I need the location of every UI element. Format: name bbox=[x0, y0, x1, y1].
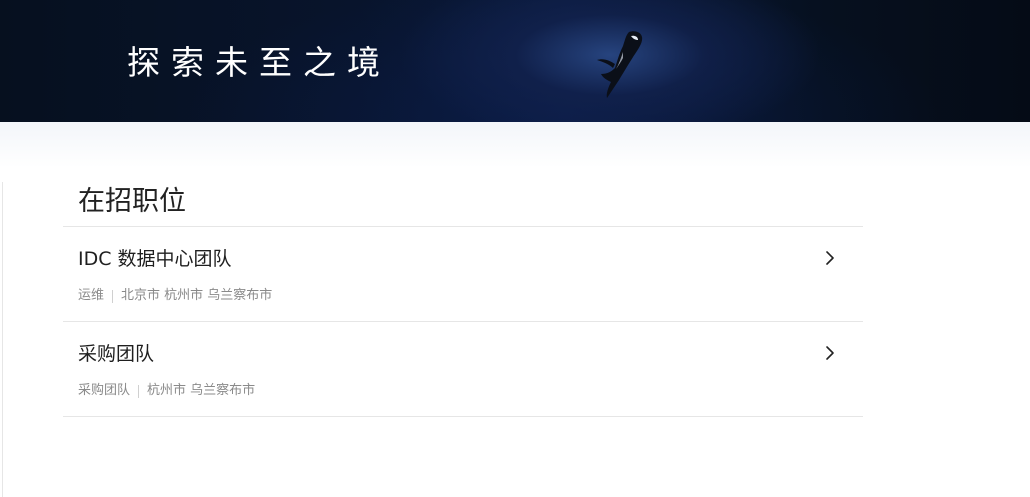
job-title: 采购团队 bbox=[78, 343, 155, 365]
meta-divider bbox=[112, 289, 114, 303]
banner-fade bbox=[0, 122, 1030, 168]
job-row[interactable]: 采购团队 采购团队 杭州市 乌兰察布市 bbox=[63, 322, 863, 417]
section-title: 在招职位 bbox=[63, 180, 863, 227]
banner-title: 探索未至之境 bbox=[127, 43, 391, 82]
job-meta: 运维 北京市 杭州市 乌兰察布市 bbox=[78, 287, 272, 305]
chevron-right-icon[interactable] bbox=[823, 249, 837, 267]
left-divider bbox=[2, 182, 3, 497]
job-title: IDC 数据中心团队 bbox=[78, 248, 232, 270]
job-category: 采购团队 bbox=[78, 383, 131, 398]
job-locations: 杭州市 乌兰察布市 bbox=[147, 383, 256, 398]
hero-banner: 探索未至之境 bbox=[0, 0, 1030, 122]
chevron-right-icon[interactable] bbox=[823, 344, 837, 362]
job-meta: 采购团队 杭州市 乌兰察布市 bbox=[78, 382, 255, 400]
meta-divider bbox=[138, 384, 140, 398]
job-category: 运维 bbox=[78, 288, 105, 303]
job-locations: 北京市 杭州市 乌兰察布市 bbox=[121, 288, 273, 303]
job-row[interactable]: IDC 数据中心团队 运维 北京市 杭州市 乌兰察布市 bbox=[63, 227, 863, 322]
open-positions-section: 在招职位 IDC 数据中心团队 运维 北京市 杭州市 乌兰察布市 采购团队 采购… bbox=[63, 180, 863, 417]
orca-image bbox=[597, 31, 643, 98]
